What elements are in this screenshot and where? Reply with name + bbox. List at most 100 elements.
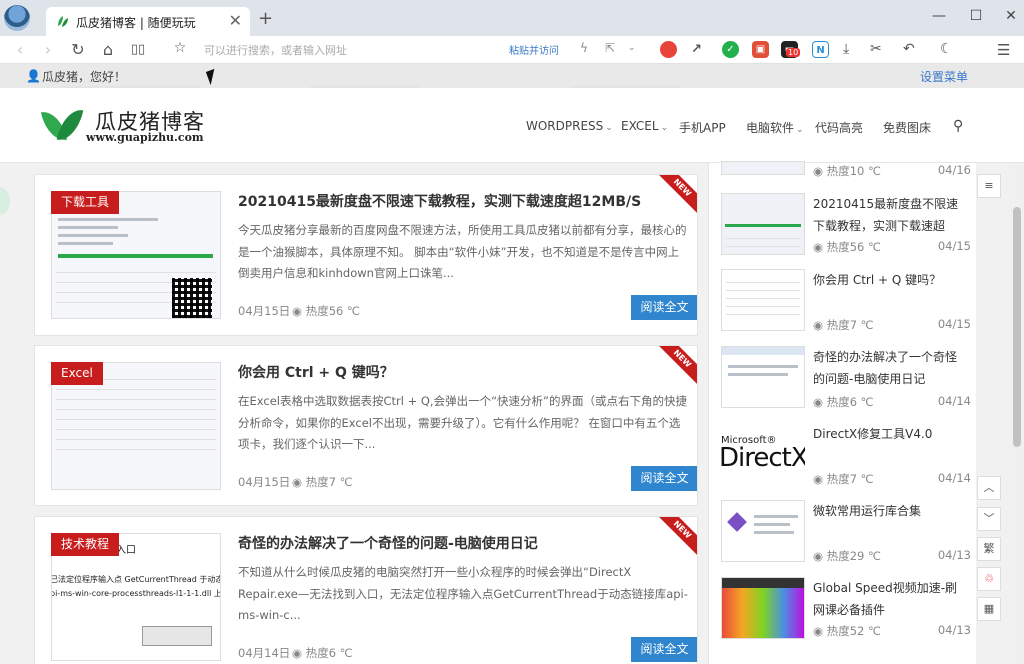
scroll-up-button[interactable]: ︿ <box>977 476 1001 500</box>
thumb-row <box>56 413 216 420</box>
scroll-down-button[interactable]: ﹀ <box>977 507 1001 531</box>
sidebar-date: 04/14 <box>937 471 971 485</box>
greeting-text: 瓜皮猪，您好！ <box>42 70 127 84</box>
extension-color-icon[interactable] <box>660 41 677 58</box>
read-more-button[interactable]: 阅读全文 <box>631 295 697 320</box>
sidebar-date: 04/13 <box>937 548 971 562</box>
nav-item-excel[interactable]: EXCEL ⌄ <box>621 119 668 133</box>
sidebar-heat: ◉ 热度7 ℃ <box>813 471 874 487</box>
sidebar-item-title[interactable]: 奇怪的办法解决了一个奇怪的问题-电脑使用日记 <box>813 346 963 390</box>
sidebar-thumbnail[interactable] <box>721 193 805 255</box>
refresh-icon[interactable]: ↻ <box>68 40 88 59</box>
sidebar-item-title[interactable]: 微软常用运行库合集 <box>813 500 963 522</box>
nav-item-code-highlight[interactable]: 代码高亮 <box>815 119 863 136</box>
floating-bubble[interactable] <box>0 187 10 215</box>
star-icon[interactable]: ☆ <box>170 40 190 56</box>
post-title[interactable]: 20210415最新度盘不限速下载教程，实测下载速度超12MB/S <box>238 191 641 211</box>
address-input[interactable]: 可以进行搜索，或者输入网址 <box>204 42 347 58</box>
sidebar-item-title[interactable]: 20210415最新度盘不限速下载教程，实测下载速超 <box>813 193 963 237</box>
category-badge[interactable]: 下载工具 <box>51 191 120 214</box>
heat-text: 热度56 ℃ <box>305 304 360 318</box>
close-window-button[interactable]: ✕ <box>999 8 1023 24</box>
category-badge[interactable]: Excel <box>51 362 103 385</box>
new-tab-button[interactable]: + <box>258 8 273 29</box>
thumb-row <box>726 232 800 239</box>
sidebar-thumbnail[interactable]: Microsoft® DirectX <box>721 423 805 485</box>
search-icon[interactable]: ⚲ <box>953 118 963 134</box>
heat-text: 热度7 ℃ <box>826 318 874 332</box>
thumb-line <box>728 365 798 368</box>
post-title[interactable]: 你会用 Ctrl + Q 键吗？ <box>238 362 394 382</box>
thumb-row <box>726 284 800 291</box>
browser-avatar-icon[interactable] <box>4 5 30 31</box>
chevron-down-icon[interactable]: ⌄ <box>628 43 636 53</box>
thumb-text: pi-ms-win-core-processthreads-l1-1-1.dll… <box>51 589 221 598</box>
nav-label: WORDPRESS <box>526 119 604 133</box>
post-heat: ◉ 热度56 ℃ <box>292 303 360 319</box>
download-icon[interactable]: ⤓ <box>843 41 849 57</box>
settings-menu-link[interactable]: 设置菜单 <box>920 68 968 85</box>
sidebar-thumbnail[interactable] <box>721 161 805 175</box>
sidebar-thumbnail[interactable] <box>721 577 805 639</box>
n-extension-icon[interactable]: N <box>812 41 829 58</box>
logo-leaf-icon-2 <box>56 106 84 144</box>
undo-icon[interactable]: ↶ <box>903 41 915 57</box>
night-mode-icon[interactable]: ☾ <box>940 41 953 57</box>
check-extension-icon[interactable]: ✓ <box>722 41 739 58</box>
sidebar-thumbnail[interactable] <box>721 500 805 562</box>
page-scrollbar[interactable] <box>1010 163 1024 664</box>
maximize-button[interactable]: ☐ <box>964 8 988 24</box>
eye-icon: ◉ <box>292 475 306 489</box>
post-title[interactable]: 奇怪的办法解决了一个奇怪的问题-电脑使用日记 <box>238 533 538 553</box>
site-top-strip: 👤 瓜皮猪，您好！ 设置菜单 <box>0 64 1024 88</box>
post-heat: ◉ 热度6 ℃ <box>292 645 353 661</box>
scrollbar-thumb[interactable] <box>1013 207 1021 447</box>
lightning-icon[interactable]: ϟ <box>580 41 588 55</box>
sidebar-heat: ◉ 热度52 ℃ <box>813 623 881 639</box>
heat-text: 热度6 ℃ <box>305 646 353 660</box>
chevron-down-icon: ⌄ <box>605 123 613 133</box>
thumb-line <box>58 234 128 237</box>
nav-item-pc-software[interactable]: 电脑软件 ⌄ <box>746 119 804 136</box>
post-date: 04月15日 <box>238 475 291 489</box>
heat-text: 热度7 ℃ <box>305 475 353 489</box>
sidebar-item-title[interactable]: DirectX修复工具V4.0 <box>813 423 963 445</box>
sidebar-thumbnail[interactable] <box>721 346 805 408</box>
scissors-icon[interactable]: ✂ <box>870 41 882 57</box>
tab-title: 瓜皮猪博客 | 随便玩玩 <box>76 16 196 30</box>
site-header: 瓜皮猪博客 www.guapizhu.com WORDPRESS ⌄ EXCEL ⌄… <box>0 88 1024 163</box>
qr-code-button[interactable]: ▦ <box>977 597 1001 621</box>
tab-close-icon[interactable]: ✕ <box>229 11 242 30</box>
minimize-button[interactable]: — <box>927 8 951 24</box>
nav-item-image-host[interactable]: 免费图床 <box>883 119 931 136</box>
read-more-button[interactable]: 阅读全文 <box>631 637 697 662</box>
sidebar-date: 04/15 <box>937 317 971 331</box>
nav-label: EXCEL <box>621 119 659 133</box>
feedback-button[interactable]: ♲ <box>977 567 1001 591</box>
traditional-chinese-button[interactable]: 繁 <box>977 537 1001 561</box>
sidebar-item-title[interactable]: Global Speed视频加速-刷网课必备插件 <box>813 577 963 621</box>
forward-icon[interactable]: › <box>38 40 58 59</box>
back-icon[interactable]: ‹ <box>10 40 30 59</box>
browser-tab-active[interactable]: 瓜皮猪博客 | 随便玩玩 ✕ <box>46 7 250 36</box>
home-icon[interactable]: ⌂ <box>98 40 118 59</box>
reader-icon[interactable]: ▯▯ <box>128 42 148 57</box>
chart-extension-icon[interactable]: ↗ <box>688 41 705 58</box>
nav-item-mobile-app[interactable]: 手机APP <box>679 119 726 136</box>
sidebar-thumbnail[interactable] <box>721 269 805 331</box>
menu-icon[interactable]: ☰ <box>997 41 1010 59</box>
apps-extension-icon[interactable]: ▣ <box>752 41 769 58</box>
paste-go-button[interactable]: 粘贴并访问 <box>509 42 559 57</box>
share-icon[interactable]: ⇱ <box>605 41 615 55</box>
nav-item-wordpress[interactable]: WORDPRESS ⌄ <box>526 119 613 133</box>
post-date: 04月14日 <box>238 646 291 660</box>
thumb-row <box>726 276 800 283</box>
sidebar-item-title[interactable]: 你会用 Ctrl + Q 键吗？ <box>813 269 963 291</box>
category-badge[interactable]: 技术教程 <box>51 533 120 556</box>
toc-button[interactable]: ≡ <box>977 174 1001 198</box>
read-more-button[interactable]: 阅读全文 <box>631 466 697 491</box>
heat-text: 热度29 ℃ <box>826 549 881 563</box>
eye-icon: ◉ <box>813 624 827 638</box>
sidebar-heat: ◉ 热度29 ℃ <box>813 548 881 564</box>
post-card: Excel NEW 你会用 Ctrl + Q 键吗？ 在Excel表格中选取数据… <box>34 345 698 506</box>
